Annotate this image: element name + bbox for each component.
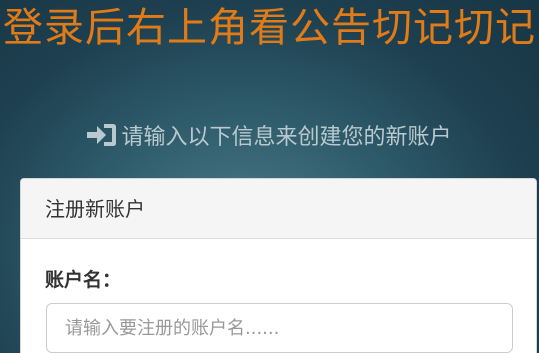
account-name-label: 账户名： bbox=[45, 269, 122, 291]
page-subtitle: 请输入以下信息来创建您的新账户 bbox=[0, 122, 539, 158]
announcement-notice: 登录后右上角看公告切记切记 bbox=[3, 5, 536, 51]
register-panel: 注册新账户 账户名： bbox=[20, 178, 537, 353]
subtitle-text: 请输入以下信息来创建您的新账户 bbox=[121, 125, 452, 150]
account-name-input[interactable] bbox=[46, 303, 513, 353]
sign-in-icon bbox=[87, 122, 117, 158]
panel-heading: 注册新账户 bbox=[21, 179, 536, 239]
